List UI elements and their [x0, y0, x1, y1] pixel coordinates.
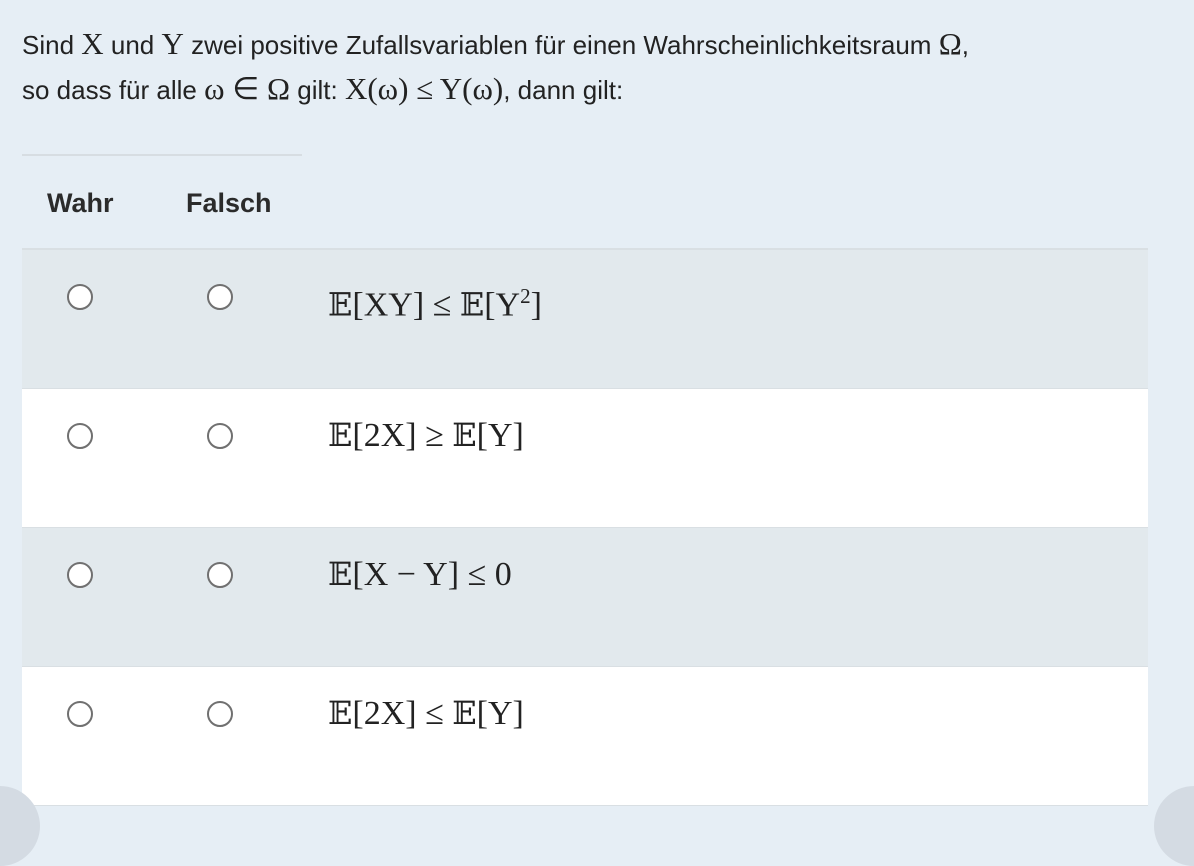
- expectation-symbol: 𝔼: [452, 416, 477, 454]
- expectation-symbol: 𝔼: [459, 285, 485, 324]
- formula-part: [Y]: [476, 695, 524, 732]
- column-header-false: Falsch: [186, 188, 272, 218]
- radio-false[interactable]: [207, 423, 233, 449]
- statement-formula: 𝔼[2X] ≤ 𝔼[Y]: [328, 691, 524, 736]
- question-text: Sind X und Y zwei positive Zufallsvariab…: [22, 22, 1172, 112]
- expectation-symbol: 𝔼: [328, 555, 353, 593]
- math-condition-inequality: X(ω) ≤ Y(ω): [344, 71, 504, 106]
- statement-formula: 𝔼[2X] ≥ 𝔼[Y]: [328, 413, 524, 458]
- question-text-part: so dass für alle: [22, 75, 205, 105]
- math-variable-x: X: [81, 26, 104, 61]
- radio-true[interactable]: [67, 284, 93, 310]
- question-text-part: Sind: [22, 30, 82, 60]
- formula-part: [XY] ≤: [352, 286, 460, 324]
- question-text-part: und: [103, 30, 162, 60]
- table-row: 𝔼[2X] ≥ 𝔼[Y]: [22, 389, 1148, 528]
- radio-false[interactable]: [207, 701, 233, 727]
- formula-part: [Y]: [476, 417, 524, 454]
- expectation-symbol: 𝔼: [328, 694, 353, 732]
- math-variable-y: Y: [161, 26, 184, 61]
- radio-true[interactable]: [67, 562, 93, 588]
- expectation-symbol: 𝔼: [328, 285, 353, 324]
- formula-exponent: 2: [520, 284, 531, 308]
- radio-true[interactable]: [67, 423, 93, 449]
- expectation-symbol: 𝔼: [328, 416, 353, 454]
- formula-part: [X − Y] ≤ 0: [352, 556, 512, 593]
- table-row: 𝔼[X − Y] ≤ 0: [22, 528, 1148, 667]
- question-text-part: ,: [961, 30, 969, 60]
- statement-table: 𝔼[XY] ≤ 𝔼[Y2] 𝔼[2X] ≥ 𝔼[Y] 𝔼[X − Y] ≤ 0 …: [22, 250, 1148, 806]
- column-header-true: Wahr: [47, 188, 114, 218]
- table-row: 𝔼[2X] ≤ 𝔼[Y]: [22, 667, 1148, 806]
- question-text-part: , dann gilt:: [503, 75, 624, 105]
- math-omega: Ω: [938, 26, 962, 61]
- formula-part: [2X] ≤: [352, 695, 453, 732]
- decorative-corner-right: [1154, 786, 1194, 866]
- statement-formula: 𝔼[XY] ≤ 𝔼[Y2]: [328, 274, 542, 327]
- expectation-symbol: 𝔼: [452, 694, 477, 732]
- radio-false[interactable]: [207, 562, 233, 588]
- table-header: Wahr Falsch: [22, 156, 302, 248]
- formula-part: [Y: [484, 286, 521, 324]
- question-text-part: gilt:: [290, 75, 345, 105]
- statement-formula: 𝔼[X − Y] ≤ 0: [328, 552, 512, 597]
- formula-part: [2X] ≥: [352, 417, 453, 454]
- table-row: 𝔼[XY] ≤ 𝔼[Y2]: [22, 250, 1148, 389]
- formula-part: ]: [530, 286, 542, 324]
- math-condition-domain: ω ∈ Ω: [204, 71, 291, 106]
- radio-true[interactable]: [67, 701, 93, 727]
- radio-false[interactable]: [207, 284, 233, 310]
- question-text-part: zwei positive Zufallsvariablen für einen…: [183, 30, 939, 60]
